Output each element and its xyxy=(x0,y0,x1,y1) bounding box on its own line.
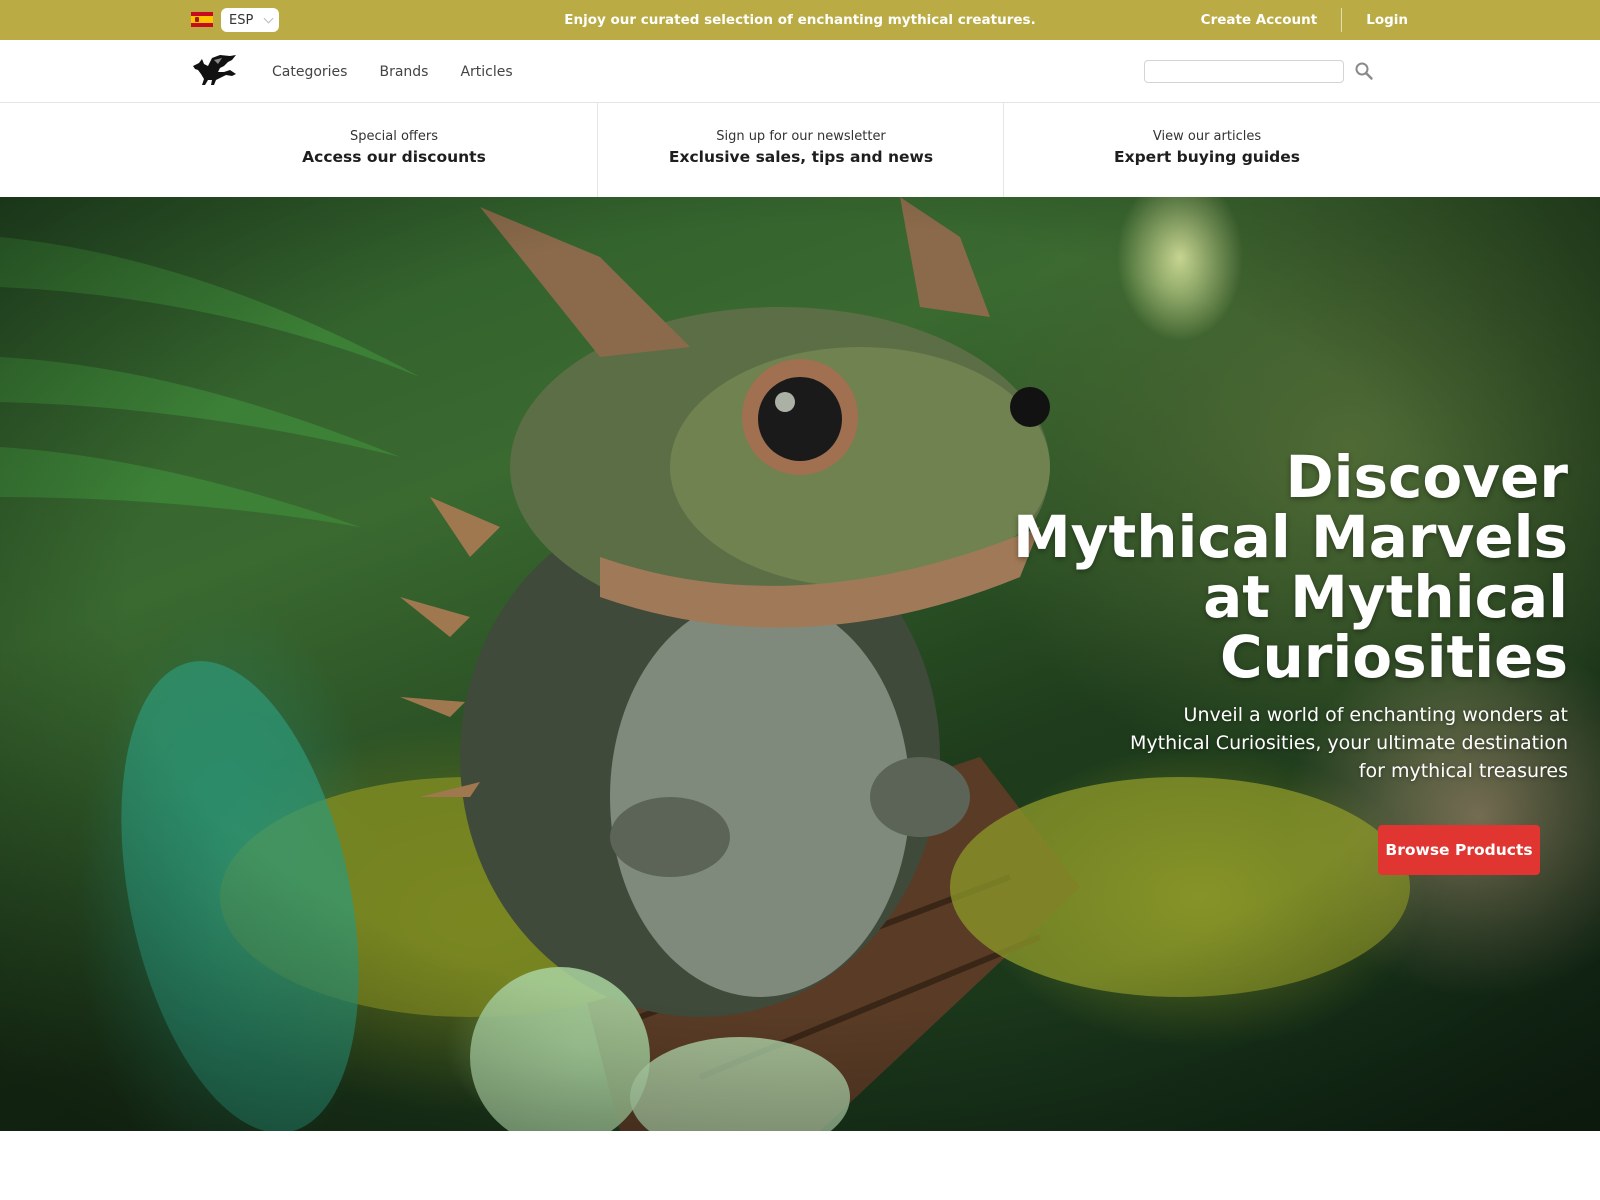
search-button[interactable] xyxy=(1354,61,1374,81)
browse-products-button[interactable]: Browse Products xyxy=(1378,825,1540,875)
feature-discounts[interactable]: Special offers Access our discounts xyxy=(190,103,598,197)
language-select[interactable]: ESP xyxy=(221,8,279,32)
top-promo-bar: ESP Enjoy our curated selection of encha… xyxy=(0,0,1600,40)
feature-divider xyxy=(1003,103,1004,197)
feature-title: Exclusive sales, tips and news xyxy=(668,148,934,166)
feature-divider xyxy=(597,103,598,197)
search-input[interactable] xyxy=(1144,60,1344,83)
hero-banner: Discover Mythical Marvels at Mythical Cu… xyxy=(0,197,1600,1131)
spain-flag-icon xyxy=(191,12,213,27)
account-links: Create Account Login xyxy=(1201,0,1408,40)
divider xyxy=(1341,8,1343,32)
chevron-down-icon xyxy=(263,13,274,24)
nav-link-articles[interactable]: Articles xyxy=(460,64,512,80)
login-link[interactable]: Login xyxy=(1366,12,1408,28)
feature-subtitle: Special offers xyxy=(350,129,438,144)
feature-subtitle: View our articles xyxy=(1152,129,1262,144)
nav-link-categories[interactable]: Categories xyxy=(272,64,347,80)
hero-content: Discover Mythical Marvels at Mythical Cu… xyxy=(1008,447,1568,785)
search-icon xyxy=(1355,62,1373,80)
nav-link-brands[interactable]: Brands xyxy=(379,64,428,80)
hero-subtitle: Unveil a world of enchanting wonders at … xyxy=(1129,704,1568,782)
feature-subtitle: Sign up for our newsletter xyxy=(716,129,886,144)
language-code: ESP xyxy=(229,12,254,28)
create-account-link[interactable]: Create Account xyxy=(1201,12,1318,28)
feature-articles[interactable]: View our articles Expert buying guides xyxy=(1004,103,1410,197)
dragon-logo-icon[interactable] xyxy=(190,54,240,88)
primary-nav: Categories Brands Articles xyxy=(272,40,513,103)
hero-title: Discover Mythical Marvels at Mythical Cu… xyxy=(1012,443,1568,691)
feature-title: Access our discounts xyxy=(302,148,486,166)
feature-strip: Special offers Access our discounts Sign… xyxy=(0,103,1600,197)
feature-newsletter[interactable]: Sign up for our newsletter Exclusive sal… xyxy=(598,103,1004,197)
feature-title: Expert buying guides xyxy=(1114,148,1300,166)
